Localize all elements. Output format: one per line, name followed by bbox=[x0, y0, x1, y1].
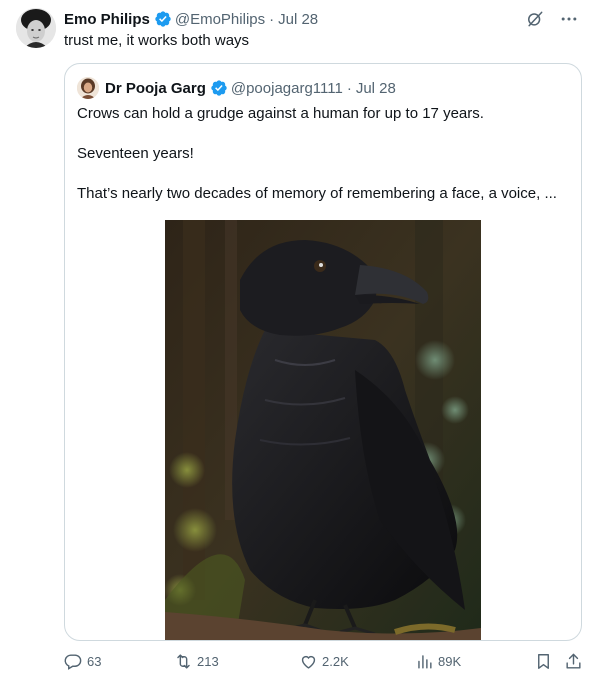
quoted-header: Dr Pooja Garg @poojagarg1111 · Jul 28 bbox=[77, 76, 396, 100]
heart-icon bbox=[301, 655, 316, 669]
more-options-icon[interactable] bbox=[558, 8, 580, 30]
verified-badge-icon bbox=[210, 79, 228, 97]
quoted-paragraph: Crows can hold a grudge against a human … bbox=[77, 105, 484, 122]
quoted-author-name[interactable]: Dr Pooja Garg bbox=[105, 80, 206, 97]
share-icon bbox=[566, 653, 581, 669]
quoted-paragraph: Seventeen years! bbox=[77, 145, 194, 162]
author-avatar[interactable] bbox=[16, 8, 56, 48]
reply-count: 63 bbox=[87, 654, 102, 669]
share-button[interactable] bbox=[564, 652, 587, 671]
top-actions bbox=[524, 8, 580, 30]
tweet-date[interactable]: Jul 28 bbox=[278, 11, 318, 28]
bookmark-button[interactable] bbox=[534, 652, 557, 671]
separator-dot: · bbox=[269, 10, 275, 28]
quoted-avatar bbox=[77, 77, 99, 99]
quoted-date: Jul 28 bbox=[355, 79, 396, 97]
quoted-tweet[interactable]: Dr Pooja Garg @poojagarg1111 · Jul 28 Cr… bbox=[64, 63, 582, 641]
author-handle[interactable]: @EmoPhilips bbox=[175, 11, 265, 28]
crow-photo[interactable] bbox=[165, 220, 481, 640]
repost-count: 213 bbox=[197, 654, 219, 669]
repost-icon bbox=[177, 654, 190, 669]
reply-icon bbox=[64, 654, 82, 670]
tweet-header: Emo Philips @EmoPhilips · Jul 28 bbox=[64, 8, 318, 30]
views-chart-icon bbox=[418, 655, 432, 669]
like-count: 2.2K bbox=[322, 654, 349, 669]
grok-icon[interactable] bbox=[524, 8, 546, 30]
verified-badge-icon bbox=[154, 10, 172, 28]
repost-button[interactable]: 213 bbox=[174, 652, 219, 671]
like-button[interactable]: 2.2K bbox=[299, 652, 349, 671]
portrait-icon bbox=[77, 77, 99, 99]
views-button[interactable]: 89K bbox=[415, 652, 461, 671]
tweet: Emo Philips @EmoPhilips · Jul 28 trust m… bbox=[0, 0, 592, 683]
separator-dot: · bbox=[346, 79, 352, 97]
quoted-paragraph: That’s nearly two decades of memory of r… bbox=[77, 185, 557, 202]
portrait-icon bbox=[16, 8, 56, 48]
views-count: 89K bbox=[438, 654, 462, 669]
quoted-text: Crows can hold a grudge against a human … bbox=[77, 104, 573, 224]
quoted-author-handle: @poojagarg1111 bbox=[230, 79, 343, 97]
bookmark-icon bbox=[538, 654, 549, 669]
action-bar: 63 213 2.2K 89K bbox=[64, 650, 582, 674]
tweet-text: trust me, it works both ways bbox=[64, 32, 250, 49]
reply-button[interactable]: 63 bbox=[64, 652, 101, 671]
author-name[interactable]: Emo Philips bbox=[64, 11, 150, 28]
